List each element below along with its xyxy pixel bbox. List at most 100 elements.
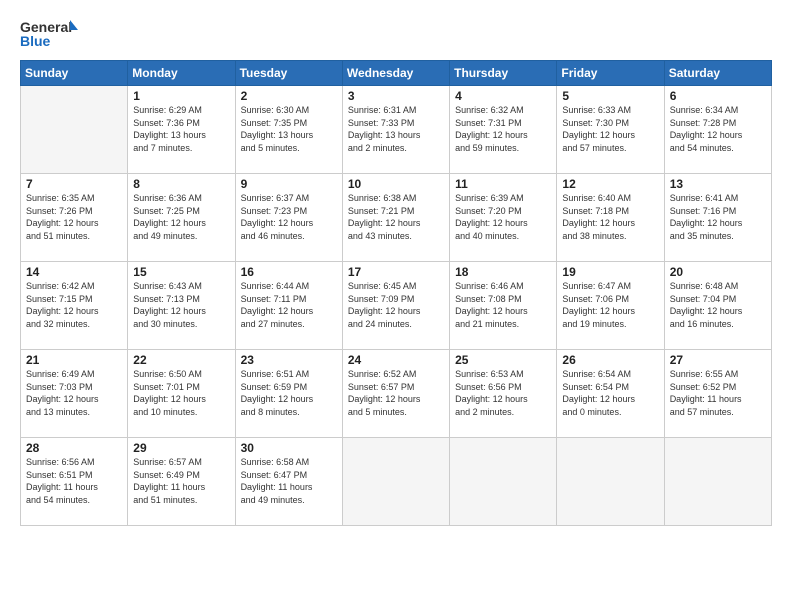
calendar-cell: [664, 438, 771, 526]
day-number: 30: [241, 441, 337, 455]
col-header-thursday: Thursday: [450, 61, 557, 86]
col-header-saturday: Saturday: [664, 61, 771, 86]
day-info: Sunrise: 6:36 AM Sunset: 7:25 PM Dayligh…: [133, 192, 229, 242]
day-number: 22: [133, 353, 229, 367]
svg-text:Blue: Blue: [20, 33, 51, 49]
day-info: Sunrise: 6:47 AM Sunset: 7:06 PM Dayligh…: [562, 280, 658, 330]
calendar-cell: 16Sunrise: 6:44 AM Sunset: 7:11 PM Dayli…: [235, 262, 342, 350]
col-header-monday: Monday: [128, 61, 235, 86]
calendar-cell: 23Sunrise: 6:51 AM Sunset: 6:59 PM Dayli…: [235, 350, 342, 438]
col-header-sunday: Sunday: [21, 61, 128, 86]
day-info: Sunrise: 6:49 AM Sunset: 7:03 PM Dayligh…: [26, 368, 122, 418]
calendar-cell: 12Sunrise: 6:40 AM Sunset: 7:18 PM Dayli…: [557, 174, 664, 262]
day-info: Sunrise: 6:48 AM Sunset: 7:04 PM Dayligh…: [670, 280, 766, 330]
calendar-header-row: SundayMondayTuesdayWednesdayThursdayFrid…: [21, 61, 772, 86]
calendar-cell: 28Sunrise: 6:56 AM Sunset: 6:51 PM Dayli…: [21, 438, 128, 526]
day-number: 7: [26, 177, 122, 191]
day-number: 17: [348, 265, 444, 279]
calendar-cell: [557, 438, 664, 526]
day-number: 11: [455, 177, 551, 191]
week-row-2: 7Sunrise: 6:35 AM Sunset: 7:26 PM Daylig…: [21, 174, 772, 262]
calendar-cell: 19Sunrise: 6:47 AM Sunset: 7:06 PM Dayli…: [557, 262, 664, 350]
calendar-cell: 18Sunrise: 6:46 AM Sunset: 7:08 PM Dayli…: [450, 262, 557, 350]
day-number: 5: [562, 89, 658, 103]
calendar-cell: 26Sunrise: 6:54 AM Sunset: 6:54 PM Dayli…: [557, 350, 664, 438]
day-info: Sunrise: 6:41 AM Sunset: 7:16 PM Dayligh…: [670, 192, 766, 242]
day-number: 20: [670, 265, 766, 279]
day-number: 2: [241, 89, 337, 103]
calendar-cell: 14Sunrise: 6:42 AM Sunset: 7:15 PM Dayli…: [21, 262, 128, 350]
logo: GeneralBlue: [20, 18, 80, 50]
calendar-cell: 29Sunrise: 6:57 AM Sunset: 6:49 PM Dayli…: [128, 438, 235, 526]
day-info: Sunrise: 6:53 AM Sunset: 6:56 PM Dayligh…: [455, 368, 551, 418]
day-number: 27: [670, 353, 766, 367]
day-info: Sunrise: 6:45 AM Sunset: 7:09 PM Dayligh…: [348, 280, 444, 330]
day-info: Sunrise: 6:50 AM Sunset: 7:01 PM Dayligh…: [133, 368, 229, 418]
day-number: 18: [455, 265, 551, 279]
day-info: Sunrise: 6:58 AM Sunset: 6:47 PM Dayligh…: [241, 456, 337, 506]
calendar: SundayMondayTuesdayWednesdayThursdayFrid…: [20, 60, 772, 526]
calendar-cell: 3Sunrise: 6:31 AM Sunset: 7:33 PM Daylig…: [342, 86, 449, 174]
col-header-wednesday: Wednesday: [342, 61, 449, 86]
day-info: Sunrise: 6:39 AM Sunset: 7:20 PM Dayligh…: [455, 192, 551, 242]
col-header-friday: Friday: [557, 61, 664, 86]
day-info: Sunrise: 6:52 AM Sunset: 6:57 PM Dayligh…: [348, 368, 444, 418]
day-number: 8: [133, 177, 229, 191]
page: GeneralBlue SundayMondayTuesdayWednesday…: [0, 0, 792, 612]
calendar-cell: 9Sunrise: 6:37 AM Sunset: 7:23 PM Daylig…: [235, 174, 342, 262]
calendar-cell: 8Sunrise: 6:36 AM Sunset: 7:25 PM Daylig…: [128, 174, 235, 262]
week-row-4: 21Sunrise: 6:49 AM Sunset: 7:03 PM Dayli…: [21, 350, 772, 438]
day-info: Sunrise: 6:42 AM Sunset: 7:15 PM Dayligh…: [26, 280, 122, 330]
day-info: Sunrise: 6:46 AM Sunset: 7:08 PM Dayligh…: [455, 280, 551, 330]
day-info: Sunrise: 6:40 AM Sunset: 7:18 PM Dayligh…: [562, 192, 658, 242]
day-number: 26: [562, 353, 658, 367]
day-number: 15: [133, 265, 229, 279]
day-info: Sunrise: 6:51 AM Sunset: 6:59 PM Dayligh…: [241, 368, 337, 418]
day-number: 14: [26, 265, 122, 279]
day-info: Sunrise: 6:43 AM Sunset: 7:13 PM Dayligh…: [133, 280, 229, 330]
calendar-cell: 25Sunrise: 6:53 AM Sunset: 6:56 PM Dayli…: [450, 350, 557, 438]
day-number: 16: [241, 265, 337, 279]
calendar-cell: 10Sunrise: 6:38 AM Sunset: 7:21 PM Dayli…: [342, 174, 449, 262]
calendar-cell: [342, 438, 449, 526]
day-info: Sunrise: 6:57 AM Sunset: 6:49 PM Dayligh…: [133, 456, 229, 506]
calendar-cell: 13Sunrise: 6:41 AM Sunset: 7:16 PM Dayli…: [664, 174, 771, 262]
calendar-cell: 2Sunrise: 6:30 AM Sunset: 7:35 PM Daylig…: [235, 86, 342, 174]
calendar-cell: 15Sunrise: 6:43 AM Sunset: 7:13 PM Dayli…: [128, 262, 235, 350]
day-info: Sunrise: 6:56 AM Sunset: 6:51 PM Dayligh…: [26, 456, 122, 506]
header: GeneralBlue: [20, 18, 772, 50]
calendar-cell: 11Sunrise: 6:39 AM Sunset: 7:20 PM Dayli…: [450, 174, 557, 262]
day-info: Sunrise: 6:34 AM Sunset: 7:28 PM Dayligh…: [670, 104, 766, 154]
day-info: Sunrise: 6:30 AM Sunset: 7:35 PM Dayligh…: [241, 104, 337, 154]
calendar-cell: 21Sunrise: 6:49 AM Sunset: 7:03 PM Dayli…: [21, 350, 128, 438]
calendar-cell: 7Sunrise: 6:35 AM Sunset: 7:26 PM Daylig…: [21, 174, 128, 262]
week-row-1: 1Sunrise: 6:29 AM Sunset: 7:36 PM Daylig…: [21, 86, 772, 174]
day-number: 1: [133, 89, 229, 103]
calendar-cell: 6Sunrise: 6:34 AM Sunset: 7:28 PM Daylig…: [664, 86, 771, 174]
logo-svg: GeneralBlue: [20, 18, 80, 50]
week-row-3: 14Sunrise: 6:42 AM Sunset: 7:15 PM Dayli…: [21, 262, 772, 350]
day-info: Sunrise: 6:29 AM Sunset: 7:36 PM Dayligh…: [133, 104, 229, 154]
week-row-5: 28Sunrise: 6:56 AM Sunset: 6:51 PM Dayli…: [21, 438, 772, 526]
calendar-cell: 17Sunrise: 6:45 AM Sunset: 7:09 PM Dayli…: [342, 262, 449, 350]
day-info: Sunrise: 6:31 AM Sunset: 7:33 PM Dayligh…: [348, 104, 444, 154]
calendar-cell: 24Sunrise: 6:52 AM Sunset: 6:57 PM Dayli…: [342, 350, 449, 438]
calendar-cell: 30Sunrise: 6:58 AM Sunset: 6:47 PM Dayli…: [235, 438, 342, 526]
day-info: Sunrise: 6:32 AM Sunset: 7:31 PM Dayligh…: [455, 104, 551, 154]
day-info: Sunrise: 6:37 AM Sunset: 7:23 PM Dayligh…: [241, 192, 337, 242]
day-info: Sunrise: 6:44 AM Sunset: 7:11 PM Dayligh…: [241, 280, 337, 330]
day-number: 10: [348, 177, 444, 191]
calendar-cell: 22Sunrise: 6:50 AM Sunset: 7:01 PM Dayli…: [128, 350, 235, 438]
day-info: Sunrise: 6:54 AM Sunset: 6:54 PM Dayligh…: [562, 368, 658, 418]
day-number: 9: [241, 177, 337, 191]
calendar-cell: 20Sunrise: 6:48 AM Sunset: 7:04 PM Dayli…: [664, 262, 771, 350]
day-number: 19: [562, 265, 658, 279]
day-number: 29: [133, 441, 229, 455]
day-number: 3: [348, 89, 444, 103]
calendar-cell: 4Sunrise: 6:32 AM Sunset: 7:31 PM Daylig…: [450, 86, 557, 174]
col-header-tuesday: Tuesday: [235, 61, 342, 86]
day-number: 23: [241, 353, 337, 367]
day-info: Sunrise: 6:55 AM Sunset: 6:52 PM Dayligh…: [670, 368, 766, 418]
calendar-cell: 5Sunrise: 6:33 AM Sunset: 7:30 PM Daylig…: [557, 86, 664, 174]
calendar-cell: [450, 438, 557, 526]
